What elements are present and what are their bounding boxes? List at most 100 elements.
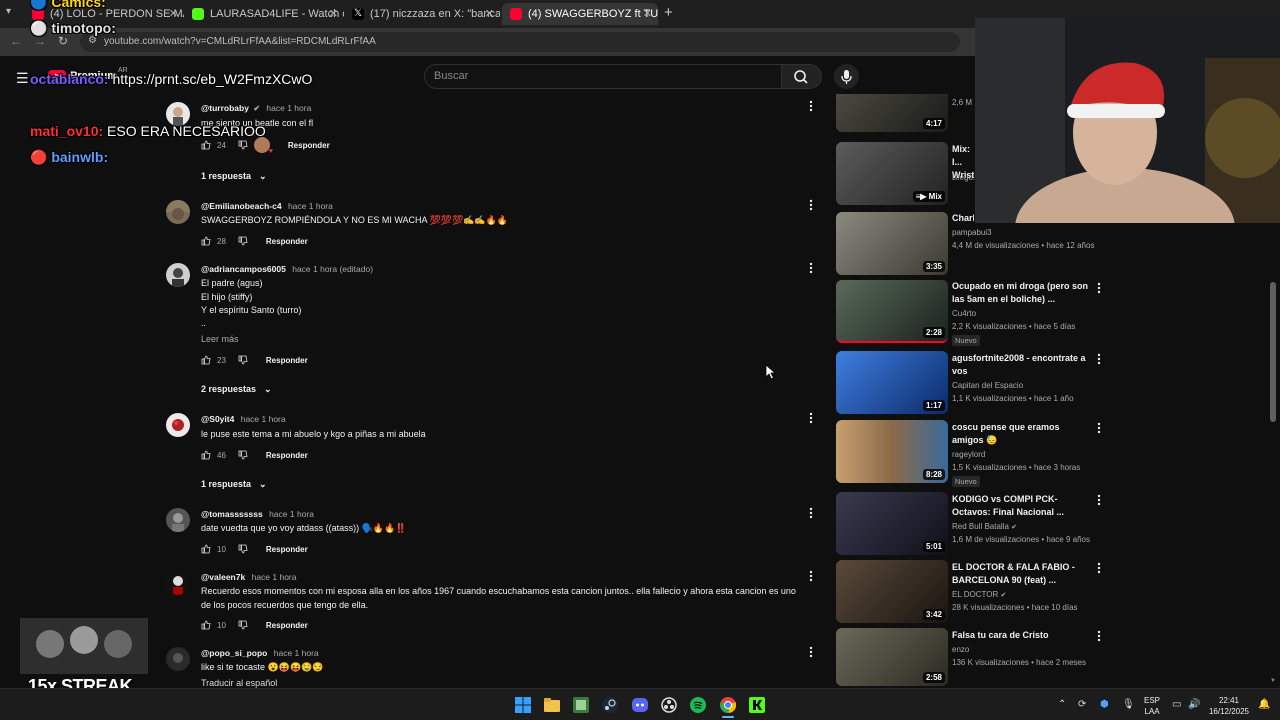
- replies-toggle[interactable]: 1 respuesta ⌄: [201, 171, 267, 182]
- video-thumbnail[interactable]: 3:35: [836, 212, 948, 275]
- video-title[interactable]: Falsa tu cara de Cristo: [952, 629, 1092, 642]
- comment-more-icon[interactable]: [808, 199, 814, 211]
- notification-icon[interactable]: 🔔: [1258, 699, 1270, 710]
- close-tab-icon[interactable]: ✕: [485, 7, 494, 20]
- video-more-icon[interactable]: [1096, 422, 1102, 434]
- video-channel[interactable]: enzo: [952, 645, 969, 654]
- reply-button[interactable]: Responder: [266, 237, 308, 246]
- video-channel[interactable]: Cu4rto: [952, 309, 976, 318]
- replies-toggle[interactable]: 2 respuestas ⌄: [201, 384, 272, 395]
- discord-icon[interactable]: [632, 697, 648, 713]
- like-icon[interactable]: [201, 544, 211, 554]
- volume-icon[interactable]: 🔊: [1188, 699, 1200, 710]
- comment-avatar[interactable]: [166, 263, 190, 287]
- browser-tab[interactable]: 𝕏 (17) niczzaza en X: "bancan? https... …: [344, 3, 500, 25]
- search-button[interactable]: [782, 64, 822, 89]
- video-thumbnail[interactable]: 1:17: [836, 351, 948, 414]
- comment-more-icon[interactable]: [808, 507, 814, 519]
- back-icon[interactable]: ←: [10, 34, 22, 48]
- channel-name[interactable]: Red Bull Batalla: [952, 522, 1009, 531]
- comment-more-icon[interactable]: [808, 646, 814, 658]
- video-channel[interactable]: rageylord: [952, 450, 985, 459]
- windows-start-icon[interactable]: [515, 697, 531, 713]
- browser-tab[interactable]: LAURASAD4LIFE - Watch clips on Kick ✕: [184, 3, 344, 25]
- video-thumbnail[interactable]: 2:58: [836, 628, 948, 686]
- comment-avatar[interactable]: [166, 200, 190, 224]
- video-thumbnail[interactable]: ≡▶ Mix: [836, 142, 948, 205]
- translate-link[interactable]: Traducir al español: [201, 678, 277, 688]
- dislike-icon[interactable]: [238, 355, 248, 365]
- video-more-icon[interactable]: [1096, 282, 1102, 294]
- video-more-icon[interactable]: [1096, 353, 1102, 365]
- browser-tab-active[interactable]: (4) SWAGGERBOYZ ft TURROBABY ✕: [502, 3, 658, 25]
- reply-button[interactable]: Responder: [266, 621, 308, 630]
- comment-author[interactable]: @tomasssssss hace 1 hora: [201, 509, 314, 519]
- comment-author-name[interactable]: @popo_si_popo: [201, 648, 267, 658]
- search-input[interactable]: [424, 64, 782, 89]
- comment-avatar[interactable]: [166, 413, 190, 437]
- like-icon[interactable]: [201, 450, 211, 460]
- video-title[interactable]: Ocupado en mi droga (pero son las 5am en…: [952, 280, 1092, 306]
- like-icon[interactable]: [201, 355, 211, 365]
- dislike-icon[interactable]: [238, 620, 248, 630]
- video-thumbnail[interactable]: 8:28: [836, 420, 948, 483]
- comment-author[interactable]: @popo_si_popo hace 1 hora: [201, 648, 319, 658]
- replies-toggle[interactable]: 1 respuesta ⌄: [201, 479, 267, 490]
- language-indicator[interactable]: ESP LAA: [1140, 695, 1164, 717]
- comment-more-icon[interactable]: [808, 570, 814, 582]
- comment-time[interactable]: hace 1 hora (editado): [292, 264, 373, 274]
- comment-avatar[interactable]: [166, 571, 190, 595]
- comment-author-name[interactable]: @tomasssssss: [201, 509, 263, 519]
- comment-author[interactable]: @Emilianobeach-c4 hace 1 hora: [201, 201, 333, 211]
- comment-author-name[interactable]: @turrobaby: [201, 103, 249, 113]
- comment-time[interactable]: hace 1 hora: [241, 414, 286, 424]
- chrome-icon[interactable]: [720, 697, 736, 713]
- comment-author[interactable]: @adriancampos6005 hace 1 hora (editado): [201, 264, 373, 274]
- close-tab-icon[interactable]: ✕: [643, 7, 652, 20]
- comment-author-name[interactable]: @valeen7k: [201, 572, 245, 582]
- new-tab-icon[interactable]: +: [664, 4, 673, 21]
- like-icon[interactable]: [201, 236, 211, 246]
- like-icon[interactable]: [201, 140, 211, 150]
- channel-name[interactable]: EL DOCTOR: [952, 590, 998, 599]
- tab-search-icon[interactable]: ▾: [6, 6, 11, 17]
- video-thumbnail[interactable]: 3:42: [836, 560, 948, 623]
- voice-search-button[interactable]: [834, 64, 859, 89]
- comment-time[interactable]: hace 1 hora: [266, 103, 311, 113]
- menu-icon[interactable]: ☰: [16, 70, 29, 87]
- tray-security-icon[interactable]: ⬢: [1100, 699, 1109, 710]
- video-channel[interactable]: EL DOCTOR ✔: [952, 590, 1006, 599]
- video-title[interactable]: EL DOCTOR & FALA FABIO - BARCELONA 90 (f…: [952, 561, 1092, 587]
- video-channel[interactable]: Red Bull Batalla ✔: [952, 522, 1017, 531]
- kick-icon[interactable]: [749, 697, 765, 713]
- video-thumbnail[interactable]: 2:28: [836, 280, 948, 343]
- video-more-icon[interactable]: [1096, 630, 1102, 642]
- comment-author-name[interactable]: @adriancampos6005: [201, 264, 286, 274]
- dislike-icon[interactable]: [238, 450, 248, 460]
- read-more-link[interactable]: Leer más: [201, 334, 239, 344]
- close-tab-icon[interactable]: ✕: [169, 7, 178, 20]
- dislike-icon[interactable]: [238, 140, 248, 150]
- tray-mic-icon[interactable]: 🎙: [1122, 699, 1135, 710]
- spotify-icon[interactable]: [690, 697, 706, 713]
- comment-avatar[interactable]: [166, 508, 190, 532]
- video-channel[interactable]: Capitan del Espacio: [952, 381, 1023, 390]
- video-title[interactable]: coscu pense que eramos amigos 😓: [952, 421, 1092, 447]
- comment-time[interactable]: hace 1 hora: [274, 648, 319, 658]
- comment-author-name[interactable]: @Emilianobeach-c4: [201, 201, 282, 211]
- video-title[interactable]: Charl...: [952, 212, 974, 225]
- comment-more-icon[interactable]: [808, 100, 814, 112]
- video-title[interactable]: KODIGO vs COMPI PCK- Octavos: Final Naci…: [952, 493, 1092, 519]
- video-channel[interactable]: pampabui3: [952, 228, 992, 237]
- comment-time[interactable]: hace 1 hora: [252, 572, 297, 582]
- video-more-icon[interactable]: [1096, 562, 1102, 574]
- page-scrollbar[interactable]: [1270, 282, 1276, 422]
- video-thumbnail[interactable]: 4:17: [836, 94, 948, 132]
- video-title[interactable]: agusfortnite2008 - encontrate a vos: [952, 352, 1092, 378]
- comment-time[interactable]: hace 1 hora: [288, 201, 333, 211]
- obs-icon[interactable]: [661, 697, 677, 713]
- comment-author[interactable]: @turrobaby ✔ hace 1 hora: [201, 103, 311, 113]
- comment-more-icon[interactable]: [808, 412, 814, 424]
- comment-more-icon[interactable]: [808, 262, 814, 274]
- comment-author-name[interactable]: @S0yit4: [201, 414, 234, 424]
